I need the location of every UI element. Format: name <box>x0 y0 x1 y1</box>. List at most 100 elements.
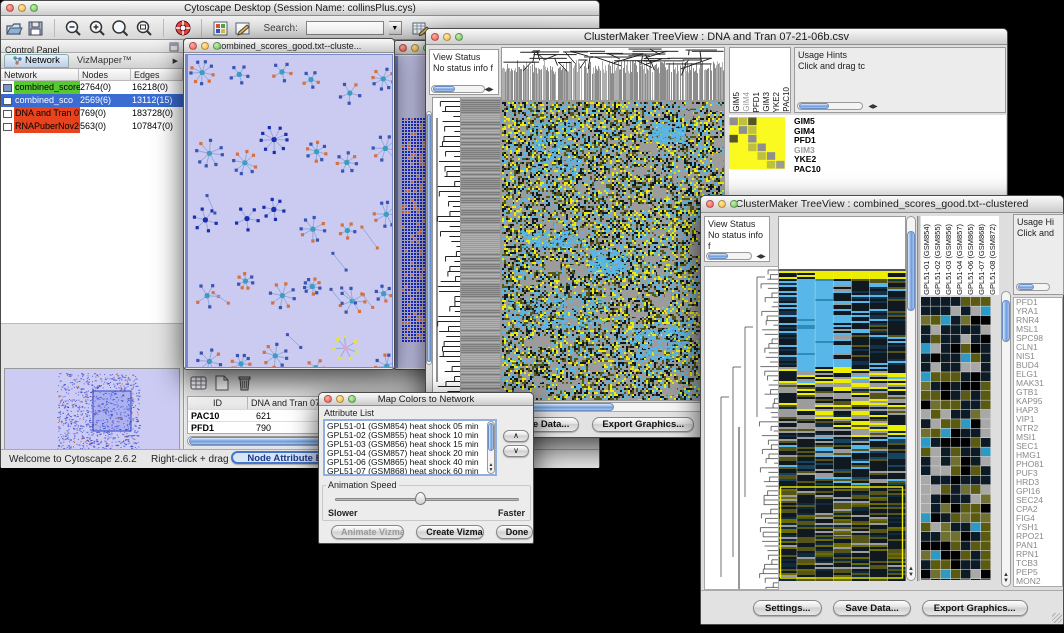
tv1-heatmap[interactable] <box>501 101 725 401</box>
close-button[interactable] <box>189 42 197 50</box>
tv1-column-label[interactable]: PFD1 <box>752 92 762 112</box>
tv2-heatmap-vscrollbar[interactable]: ▲▼ <box>906 216 916 581</box>
attribute-item[interactable]: GPL51-04 (GSM857) heat shock 20 min <box>327 449 485 458</box>
tab-network[interactable]: Network <box>4 54 69 68</box>
network-row[interactable]: DNA and Tran 07769(0)183728(0) <box>1 107 183 120</box>
tv2-splitter[interactable] <box>917 216 920 581</box>
tv1-hints-arrows[interactable]: ◀▶ <box>865 104 881 110</box>
zoom-button[interactable] <box>455 33 463 41</box>
search-input[interactable] <box>306 21 384 35</box>
tv2-heatmap[interactable] <box>779 271 906 581</box>
tv1-column-label[interactable]: YKE2 <box>772 92 782 112</box>
zoom-selected-icon[interactable] <box>111 19 130 37</box>
attribute-list-vscrollbar[interactable]: ▲▼ <box>487 421 495 474</box>
save-icon[interactable] <box>27 20 44 37</box>
zoom-button[interactable] <box>348 395 356 403</box>
dialog-button[interactable]: Done <box>496 525 533 539</box>
tv1-mini-heatmap[interactable] <box>729 117 785 169</box>
tv2-hints-hscrollbar[interactable] <box>1016 283 1050 291</box>
birdseye-canvas[interactable] <box>5 369 179 459</box>
col-network[interactable]: Network <box>1 69 79 80</box>
zoom-button[interactable] <box>213 42 221 50</box>
zoom-button[interactable] <box>30 4 38 12</box>
window-controls[interactable] <box>6 4 38 12</box>
delete-attribute-icon[interactable] <box>236 374 253 392</box>
zoom-button[interactable] <box>730 200 738 208</box>
close-button[interactable] <box>431 33 439 41</box>
minimize-button[interactable] <box>718 200 726 208</box>
zoom-out-icon[interactable] <box>64 19 83 37</box>
minimize-button[interactable] <box>443 33 451 41</box>
close-button[interactable] <box>399 44 407 52</box>
tv2-column-label[interactable]: GPL51-03 (GSM856) <box>943 224 954 295</box>
tv1-column-label[interactable]: PAC10 <box>782 87 791 112</box>
gene-label[interactable]: MON2 <box>1016 577 1062 586</box>
tv2-zoom-scroll-arrows[interactable]: ▲▼ <box>1002 572 1010 584</box>
search-dropdown-button[interactable]: ▼ <box>389 21 402 35</box>
move-up-button[interactable]: ∧ <box>503 430 529 442</box>
speed-slider-track[interactable] <box>335 498 519 501</box>
tv1-row-label[interactable]: PAC10 <box>794 165 842 175</box>
new-attribute-icon[interactable] <box>213 374 231 392</box>
tv1-column-dendrogram[interactable] <box>501 47 725 101</box>
zoom-fit-icon[interactable] <box>135 19 154 37</box>
tv1-column-label[interactable]: GIM5 <box>732 92 742 112</box>
tv1-column-label[interactable]: GIM4 <box>742 92 752 112</box>
dialog-button[interactable]: Create Vizmap <box>416 525 484 539</box>
tv2-status-hscrollbar[interactable] <box>706 252 752 260</box>
tab-overflow-button[interactable]: ▶ <box>168 57 183 65</box>
tv1-status-arrows[interactable]: ◀▶ <box>482 87 496 93</box>
attribute-item[interactable]: GPL51-07 (GSM868) heat shock 60 min <box>327 467 485 476</box>
network-row[interactable]: combined_scores2764(0)16218(0) <box>1 81 183 94</box>
tv1-hints-hscrollbar[interactable] <box>797 102 863 110</box>
network-canvas[interactable] <box>188 55 392 367</box>
tv2-footer-button[interactable]: Save Data... <box>833 600 910 616</box>
tv2-column-label[interactable]: GPL51-07 (GSM868) <box>976 224 987 295</box>
close-button[interactable] <box>6 4 14 12</box>
attribute-item[interactable]: GPL51-01 (GSM854) heat shock 05 min <box>327 422 485 431</box>
tv2-row-dendrogram[interactable] <box>704 266 779 590</box>
tv2-column-label[interactable]: GPL51-01 (GSM854) <box>921 224 932 295</box>
tv2-footer-button[interactable]: Export Graphics... <box>922 600 1028 616</box>
select-attributes-icon[interactable] <box>189 374 209 392</box>
tv2-column-label[interactable]: GPL51-08 (GSM872) <box>987 224 998 295</box>
annotation-icon[interactable] <box>234 20 253 37</box>
tv2-status-arrows[interactable]: ◀▶ <box>754 254 768 260</box>
tv2-column-label[interactable]: GPL51-04 (GSM857) <box>954 224 965 295</box>
tv2-heatmap-scroll-arrows[interactable]: ▲▼ <box>907 566 915 578</box>
help-lifebuoy-icon[interactable] <box>174 19 192 37</box>
attr-col-id[interactable]: ID <box>188 397 248 409</box>
node-attributes-icon[interactable] <box>212 20 230 37</box>
close-button[interactable] <box>706 200 714 208</box>
tv1-status-hscrollbar[interactable] <box>431 85 485 93</box>
tv2-zoom-vscrollbar[interactable]: ▲▼ <box>1001 291 1011 587</box>
tv1-footer-button[interactable]: Export Graphics... <box>592 417 694 432</box>
attribute-item[interactable]: GPL51-02 (GSM855) heat shock 10 min <box>327 431 485 440</box>
tv2-column-label[interactable]: GPL51-02 (GSM855) <box>932 224 943 295</box>
birdseye-panel[interactable] <box>4 368 180 460</box>
tv2-zoom-heatmap[interactable] <box>921 297 991 580</box>
minimize-button[interactable] <box>201 42 209 50</box>
minimize-button[interactable] <box>336 395 344 403</box>
network-row[interactable]: combined_sco2569(6)13112(15) <box>1 94 183 107</box>
network-row[interactable]: RNAPuberNov2+563(0)107847(0) <box>1 120 183 133</box>
speed-slider-thumb[interactable] <box>415 492 426 505</box>
tv2-footer-button[interactable]: Settings... <box>753 600 822 616</box>
tab-vizmapper[interactable]: VizMapper™ <box>69 55 140 66</box>
attribute-item[interactable]: GPL51-06 (GSM865) heat shock 40 min <box>327 458 485 467</box>
attribute-listbox[interactable]: GPL51-01 (GSM854) heat shock 05 minGPL51… <box>323 419 497 476</box>
tv2-column-label[interactable]: GPL51-06 (GSM865) <box>965 224 976 295</box>
dialog-button[interactable]: Animate Vizmap <box>331 525 404 539</box>
resize-grip[interactable] <box>1052 613 1062 623</box>
minimize-button[interactable] <box>411 44 419 52</box>
cytoscape-titlebar[interactable]: Cytoscape Desktop (Session Name: collins… <box>1 1 599 16</box>
close-button[interactable] <box>324 395 332 403</box>
col-nodes[interactable]: Nodes <box>79 69 131 80</box>
attribute-item[interactable]: GPL51-03 (GSM856) heat shock 15 min <box>327 440 485 449</box>
float-panel-icon[interactable] <box>169 42 179 52</box>
tv1-column-label[interactable]: GIM3 <box>762 92 772 112</box>
zoom-in-icon[interactable] <box>88 19 107 37</box>
open-icon[interactable] <box>5 20 23 37</box>
minimize-button[interactable] <box>18 4 26 12</box>
col-edges[interactable]: Edges <box>131 69 183 80</box>
